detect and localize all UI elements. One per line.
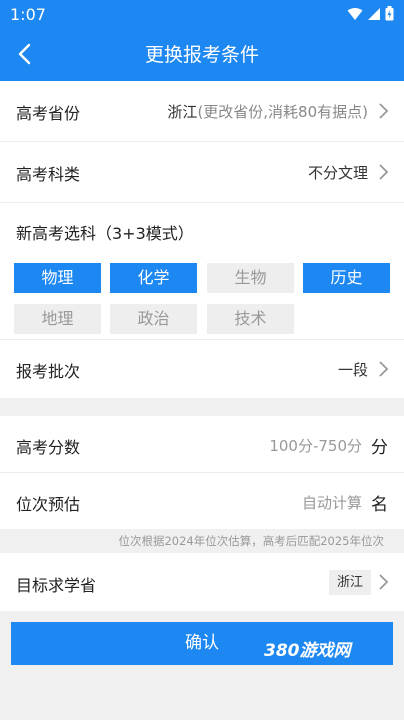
battery-icon xyxy=(385,6,394,21)
score-unit: 分 xyxy=(371,438,388,458)
rank-label: 位次预估 xyxy=(16,495,81,514)
province-change-hint: (更改省份,消耗80有据点) xyxy=(197,103,368,121)
chip-technology[interactable]: 技术 xyxy=(207,304,294,334)
chip-physics[interactable]: 物理 xyxy=(14,263,101,293)
target-province-label: 目标求学省 xyxy=(16,576,97,595)
province-name: 浙江 xyxy=(167,103,198,121)
subject-type-label: 高考科类 xyxy=(16,165,81,184)
batch-value: 一段 xyxy=(337,361,368,379)
watermark-logo: 380游戏网 xyxy=(264,641,351,661)
status-bar: 1:07 xyxy=(0,0,404,28)
chevron-right-icon xyxy=(379,164,389,180)
app-header: 1:07 更换报考条件 xyxy=(0,0,404,81)
province-row[interactable]: 高考省份 浙江(更改省份,消耗80有据点) xyxy=(0,81,404,141)
chip-chemistry[interactable]: 化学 xyxy=(110,263,197,293)
page-title: 更换报考条件 xyxy=(144,44,259,66)
chip-biology[interactable]: 生物 xyxy=(207,263,294,293)
chevron-right-icon xyxy=(379,361,389,377)
province-value: 浙江(更改省份,消耗80有据点) xyxy=(167,101,368,122)
rank-note: 位次根据2024年位次估算，高考后匹配2025年位次 xyxy=(0,529,404,553)
batch-row[interactable]: 报考批次 一段 xyxy=(0,340,404,398)
chip-history[interactable]: 历史 xyxy=(303,263,390,293)
elective-section: 新高考选科（3+3模式） 物理 化学 生物 历史 地理 政治 技术 xyxy=(0,203,404,339)
score-input[interactable]: 100分-750分 xyxy=(269,435,362,456)
subject-type-value: 不分文理 xyxy=(307,164,368,182)
status-time: 1:07 xyxy=(10,5,46,24)
chip-politics[interactable]: 政治 xyxy=(110,304,197,334)
chip-geography[interactable]: 地理 xyxy=(14,304,101,334)
target-province-tag[interactable]: 浙江 xyxy=(328,570,371,595)
wifi-icon xyxy=(347,7,363,20)
elective-label: 新高考选科（3+3模式） xyxy=(16,224,194,243)
score-label: 高考分数 xyxy=(16,438,81,457)
signal-icon xyxy=(368,7,380,20)
chevron-right-icon xyxy=(379,103,389,119)
score-row[interactable]: 高考分数 100分-750分 分 xyxy=(0,416,404,472)
chevron-right-icon xyxy=(379,574,389,590)
batch-label: 报考批次 xyxy=(16,362,81,381)
rank-row: 位次预估 自动计算 名 xyxy=(0,473,404,529)
rank-unit: 名 xyxy=(371,495,388,515)
rank-estimate: 自动计算 xyxy=(301,494,362,512)
subject-type-row[interactable]: 高考科类 不分文理 xyxy=(0,142,404,202)
status-icons xyxy=(347,6,394,21)
province-label: 高考省份 xyxy=(16,104,81,123)
